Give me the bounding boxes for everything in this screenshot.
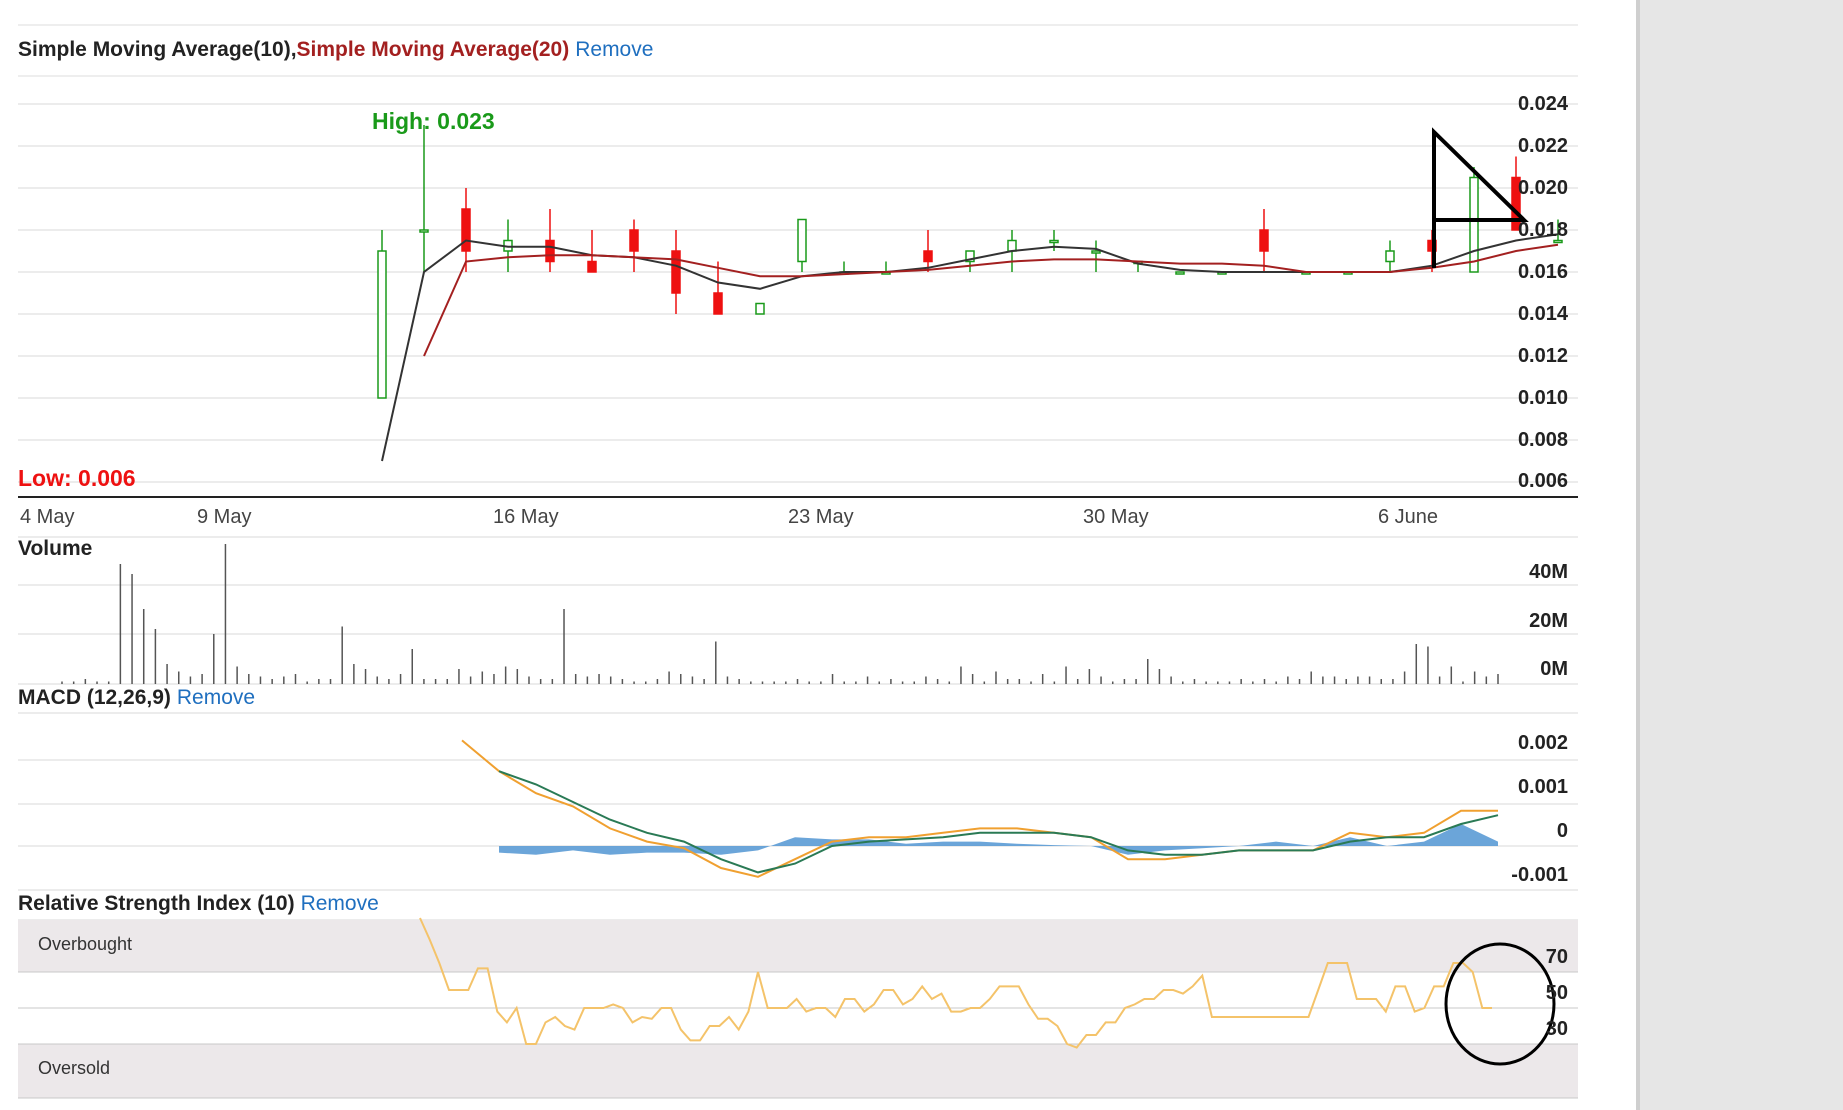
price-y-tick: 0.016 xyxy=(1517,261,1568,283)
candle-body xyxy=(587,260,597,273)
candle-body xyxy=(1091,250,1101,254)
candle-body xyxy=(419,229,429,233)
price-y-tick: 0.012 xyxy=(1517,345,1568,367)
macd-signal-line xyxy=(498,770,1499,874)
price-y-tick: 0.006 xyxy=(1517,470,1568,492)
candle-body xyxy=(797,218,807,263)
rsi-y-tick: 30 xyxy=(1545,1018,1568,1040)
candle-body xyxy=(1175,271,1185,275)
candle-body xyxy=(377,250,387,399)
high-annotation: High: 0.023 xyxy=(372,108,495,134)
rsi-y-tick: 50 xyxy=(1545,982,1568,1004)
rsi-panel-title: Relative Strength Index (10) Remove xyxy=(18,892,379,916)
x-tick-label: 6 June xyxy=(1378,506,1439,528)
price-panel-title: Simple Moving Average(10),Simple Moving … xyxy=(18,38,653,62)
price-y-tick: 0.014 xyxy=(1517,303,1568,325)
volume-panel-title: Volume xyxy=(18,537,93,560)
candle-body xyxy=(1385,250,1395,263)
volume-y-tick: 40M xyxy=(1529,561,1568,583)
overbought-label: Overbought xyxy=(38,934,133,954)
oversold-label: Oversold xyxy=(38,1058,111,1078)
x-tick-label: 4 May xyxy=(20,506,75,528)
sma10-legend: Simple Moving Average(10) xyxy=(18,38,291,61)
macd-line xyxy=(461,739,1498,878)
price-y-tick: 0.018 xyxy=(1517,219,1568,241)
candle-body xyxy=(461,208,471,252)
chart-canvas xyxy=(18,24,1578,1099)
rsi-oversold-zone xyxy=(18,1044,1578,1098)
x-tick-label: 9 May xyxy=(197,506,252,528)
rsi-overbought-zone xyxy=(18,920,1578,972)
macd-y-tick: 0.001 xyxy=(1517,776,1568,798)
triangle-annotation xyxy=(1432,127,1529,268)
x-tick-label: 23 May xyxy=(788,506,854,528)
remove-rsi-link[interactable]: Remove xyxy=(301,892,379,915)
price-y-tick: 0.010 xyxy=(1517,387,1568,409)
macd-y-tick: 0.002 xyxy=(1517,732,1568,754)
low-annotation: Low: 0.006 xyxy=(18,465,136,491)
macd-y-tick: -0.001 xyxy=(1511,864,1568,886)
price-y-tick: 0.008 xyxy=(1517,429,1568,451)
volume-y-tick: 20M xyxy=(1529,610,1568,632)
candle-body xyxy=(755,302,765,315)
price-y-tick: 0.024 xyxy=(1517,93,1568,115)
candle-body xyxy=(1469,176,1479,273)
sma20-legend: Simple Moving Average(20) xyxy=(296,38,570,61)
candle-body xyxy=(671,250,681,294)
x-tick-label: 16 May xyxy=(493,506,559,528)
rsi-y-tick: 70 xyxy=(1545,946,1568,968)
macd-panel-title: MACD (12,26,9) Remove xyxy=(18,686,255,710)
macd-title-text: MACD (12,26,9) xyxy=(18,686,171,709)
candle-body xyxy=(713,292,723,315)
remove-macd-link[interactable]: Remove xyxy=(177,686,255,709)
price-y-tick: 0.020 xyxy=(1517,177,1568,199)
candle-body xyxy=(545,239,555,263)
volume-y-tick: 0M xyxy=(1540,658,1568,680)
candle-body xyxy=(1259,229,1269,252)
candle-body xyxy=(1049,239,1059,244)
candle-body xyxy=(629,229,639,252)
macd-y-tick: 0 xyxy=(1556,820,1568,842)
x-tick-label: 30 May xyxy=(1083,506,1149,528)
rsi-title-text: Relative Strength Index (10) xyxy=(18,892,295,915)
price-y-tick: 0.022 xyxy=(1517,135,1568,157)
candle-body xyxy=(923,250,933,263)
candle-body xyxy=(1007,239,1017,252)
remove-sma-link[interactable]: Remove xyxy=(575,38,653,61)
